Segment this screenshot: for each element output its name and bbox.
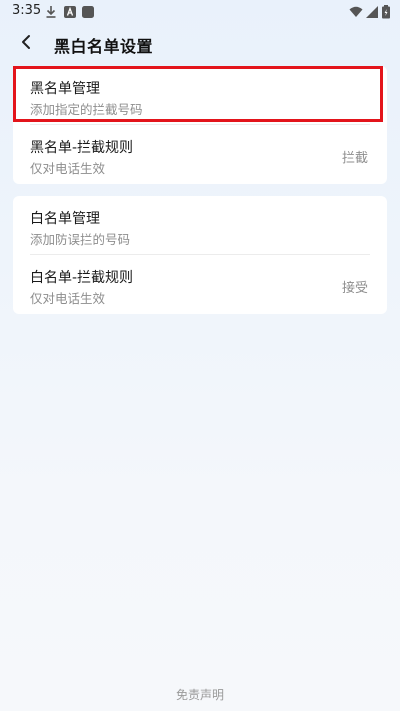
status-time: 3:35 <box>12 3 42 18</box>
back-button[interactable] <box>14 32 38 56</box>
whitelist-manage-subtitle: 添加防误拦的号码 <box>30 232 131 247</box>
whitelist-rule-value: 接受 <box>341 281 368 296</box>
a-icon <box>63 4 77 18</box>
chevron-left-icon <box>20 34 32 54</box>
wifi-icon <box>349 4 363 18</box>
download-icon <box>44 4 58 18</box>
blacklist-manage-subtitle: 添加指定的拦截号码 <box>30 102 143 117</box>
app-square-icon <box>81 4 95 18</box>
blacklist-rule-subtitle: 仅对电话生效 <box>30 161 106 176</box>
whitelist-card: 白名单管理 添加防误拦的号码 白名单-拦截规则 仅对电话生效 接受 <box>13 196 387 314</box>
battery-icon <box>381 4 391 19</box>
blacklist-card: 黑名单管理 添加指定的拦截号码 黑名单-拦截规则 仅对电话生效 拦截 <box>13 66 387 184</box>
blacklist-manage-title: 黑名单管理 <box>30 81 100 97</box>
disclaimer-link[interactable]: 免责声明 <box>0 686 400 703</box>
blacklist-rule-title: 黑名单-拦截规则 <box>30 140 134 156</box>
signal-icon <box>365 4 379 18</box>
blacklist-rule-value: 拦截 <box>341 151 368 166</box>
whitelist-rule-subtitle: 仅对电话生效 <box>30 291 106 306</box>
whitelist-manage-title: 白名单管理 <box>30 211 100 227</box>
whitelist-manage-item[interactable]: 白名单管理 添加防误拦的号码 <box>13 196 387 255</box>
blacklist-rule-item[interactable]: 黑名单-拦截规则 仅对电话生效 拦截 <box>13 125 387 184</box>
header: 黑白名单设置 <box>0 24 400 64</box>
page-title: 黑白名单设置 <box>54 37 154 56</box>
whitelist-rule-title: 白名单-拦截规则 <box>30 270 134 286</box>
status-bar: 3:35 <box>0 0 400 24</box>
whitelist-rule-item[interactable]: 白名单-拦截规则 仅对电话生效 接受 <box>13 255 387 314</box>
blacklist-manage-item[interactable]: 黑名单管理 添加指定的拦截号码 <box>13 66 387 125</box>
